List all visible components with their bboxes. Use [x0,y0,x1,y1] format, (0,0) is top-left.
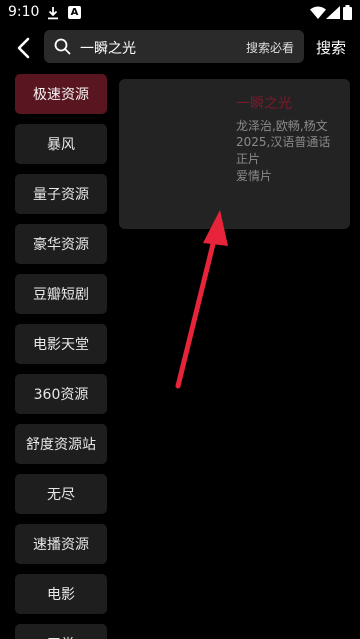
search-icon [54,38,71,55]
battery-icon [343,5,352,20]
sidebar-item-douban[interactable]: 豆瓣短剧 [15,274,107,314]
sidebar-item-wujin[interactable]: 无尽 [15,474,107,514]
sidebar-item-haohua[interactable]: 豪华资源 [15,224,107,264]
search-input[interactable]: 一瞬之光 搜索必看 [44,30,304,63]
sidebar-item-jisu[interactable]: 极速资源 [15,74,107,114]
result-genre: 爱情片 [236,169,273,183]
result-type: 正片 [236,152,261,166]
signal-icon [326,6,340,19]
back-button[interactable] [10,34,38,62]
search-value: 一瞬之光 [80,41,136,57]
sidebar-item-shudu[interactable]: 舒度资源站 [15,424,107,464]
sidebar-item-liangzi[interactable]: 量子资源 [15,174,107,214]
result-card[interactable]: 一瞬之光 龙泽治,欧畅,杨文 2025,汉语普通话 正片 爱情片 [119,79,350,229]
status-time: 9:10 [8,4,40,20]
search-hint[interactable]: 搜索必看 [246,39,294,56]
result-cast: 龙泽治,欧畅,杨文 [236,119,328,133]
sidebar-item-baofeng[interactable]: 暴风 [15,124,107,164]
download-icon [48,7,58,20]
sidebar-item-dytt[interactable]: 电影天堂 [15,324,107,364]
sidebar-item-subo[interactable]: 速播资源 [15,524,107,564]
source-sidebar: 极速资源 暴风 量子资源 豪华资源 豆瓣短剧 电影天堂 360资源 舒度资源站 … [15,74,107,639]
sidebar-item-tiantang[interactable]: 天堂 [15,624,107,639]
result-year-language: 2025,汉语普通话 [236,135,331,149]
search-button[interactable]: 搜索 [316,37,346,58]
sidebar-item-360[interactable]: 360资源 [15,374,107,414]
wifi-icon [310,6,326,19]
result-title: 一瞬之光 [236,96,292,112]
notification-a-icon: A [68,6,81,19]
sidebar-item-dianying[interactable]: 电影 [15,574,107,614]
status-bar: 9:10 A [0,0,360,26]
